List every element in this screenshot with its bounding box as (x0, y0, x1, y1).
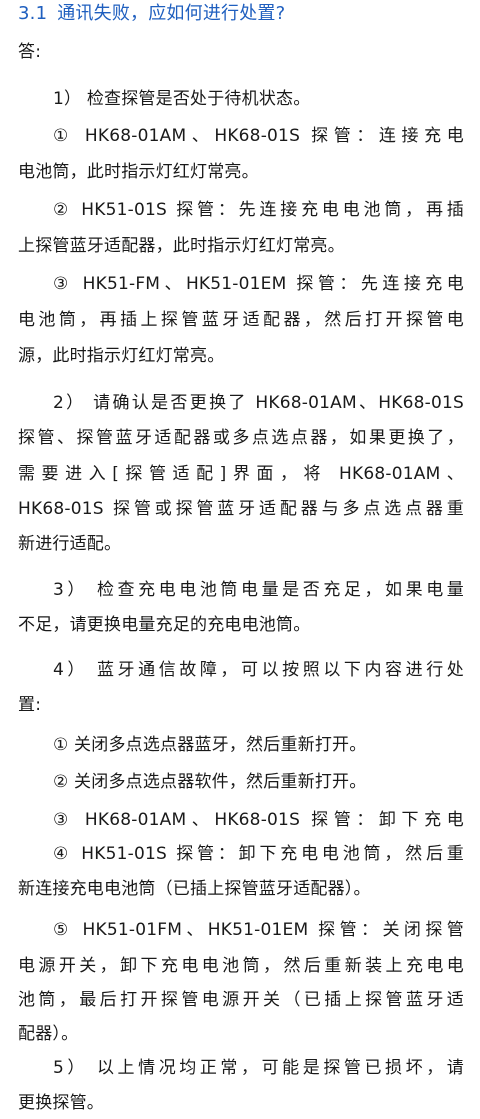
paragraph-line: 新进行适配。 (18, 534, 122, 554)
paragraph-line: 1） 检查探管是否处于待机状态。 (53, 89, 311, 109)
paragraph-line: 电池筒，此时指示灯红灯常亮。 (18, 162, 259, 182)
paragraph-line: 5） 以上情况均正常，可能是探管已损坏，请 (53, 1058, 464, 1078)
paragraph-line: 更换探管。 (18, 1093, 104, 1113)
answer-label: 答: (18, 42, 42, 62)
paragraph-line: 电池筒，再插上探管蓝牙适配器，然后打开探管电 (18, 310, 464, 330)
paragraph-line: ③ HK51-FM、HK51-01EM 探管：先连接充电 (53, 274, 464, 294)
paragraph-line: 探管、探管蓝牙适配器或多点选点器，如果更换了， (18, 428, 464, 448)
paragraph-line: HK68-01S 探管或探管蓝牙适配器与多点选点器重 (18, 499, 464, 519)
paragraph-line: 2） 请确认是否更换了 HK68-01AM、HK68-01S (53, 393, 464, 413)
section-heading: 3.1 通讯失败，应如何进行处置? (18, 2, 464, 26)
paragraph-line: 不足，请更换电量充足的充电电池筒。 (18, 615, 311, 635)
section-number: 3.1 (18, 3, 48, 24)
paragraph-line: ④ HK51-01S 探管：卸下充电电池筒，然后重 (53, 844, 464, 864)
paragraph-line: 需要进入[探管适配]界面，将 HK68-01AM、 (18, 464, 464, 484)
paragraph-line: 配器）。 (18, 1024, 79, 1044)
paragraph-line: 源，此时指示灯红灯常亮。 (18, 346, 225, 366)
paragraph-line: 3） 检查充电电池筒电量是否充足，如果电量 (53, 580, 464, 600)
paragraph-line: 电源开关，卸下充电电池筒，然后重新装上充电电 (18, 956, 464, 976)
paragraph-line: 4） 蓝牙通信故障，可以按照以下内容进行处 (53, 660, 464, 680)
paragraph-line: ② 关闭多点选点器软件，然后重新打开。 (53, 772, 367, 792)
document-page: 3.1 通讯失败，应如何进行处置? 答: 1） 检查探管是否处于待机状态。 ① H… (0, 0, 480, 1119)
paragraph-line: ① HK68-01AM、HK68-01S 探管：连接充电 (53, 126, 464, 146)
paragraph-line: ② HK51-01S 探管：先连接充电电池筒，再插 (53, 200, 464, 220)
paragraph-line: 新连接充电电池筒（已插上探管蓝牙适配器）。 (18, 879, 371, 899)
paragraph-line: ③ HK68-01AM、HK68-01S 探管：卸下充电 (53, 810, 464, 830)
paragraph-line: 置: (18, 695, 42, 715)
paragraph-line: 上探管蓝牙适配器，此时指示灯红灯常亮。 (18, 236, 345, 256)
paragraph-line: ⑤ HK51-01FM、HK51-01EM 探管：关闭探管 (53, 920, 464, 940)
paragraph-line: 池筒，最后打开探管电源开关（已插上探管蓝牙适 (18, 990, 464, 1010)
section-title: 通讯失败，应如何进行处置? (57, 3, 286, 24)
paragraph-line: ① 关闭多点选点器蓝牙，然后重新打开。 (53, 735, 367, 755)
